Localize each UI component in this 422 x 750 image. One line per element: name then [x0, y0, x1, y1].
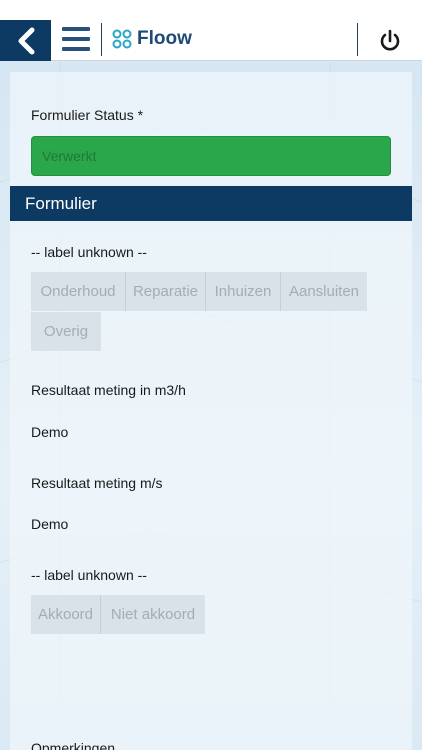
power-icon: [380, 29, 400, 51]
menu-button[interactable]: [62, 27, 90, 51]
option-inhuizen[interactable]: Inhuizen: [206, 272, 281, 311]
chevron-left-icon: [18, 27, 34, 54]
logo-text: Floow: [137, 28, 192, 49]
opmerkingen-label: Opmerkingen: [31, 740, 116, 750]
header-divider: [101, 23, 102, 56]
status-field[interactable]: Verwerkt: [31, 136, 391, 176]
back-button[interactable]: [0, 20, 51, 61]
option-niet-akkoord[interactable]: Niet akkoord: [101, 595, 205, 634]
option-onderhoud[interactable]: Onderhoud: [31, 272, 126, 311]
section-title-formulier: Formulier: [10, 186, 412, 221]
result-ms-label: Resultaat meting m/s: [31, 475, 163, 491]
option-aansluiten[interactable]: Aansluiten: [281, 272, 367, 311]
header-divider-right: [357, 23, 358, 56]
logout-button[interactable]: [376, 27, 404, 55]
label-unknown-1: -- label unknown --: [31, 244, 147, 260]
option-overig[interactable]: Overig: [31, 312, 101, 351]
floow-logo-icon: [112, 29, 132, 49]
result-ms-value: Demo: [31, 516, 69, 532]
result-m3h-value: Demo: [31, 424, 69, 440]
status-label: Formulier Status *: [31, 107, 144, 123]
option-reparatie[interactable]: Reparatie: [126, 272, 206, 311]
app-header: Floow: [0, 0, 422, 61]
option-akkoord[interactable]: Akkoord: [31, 595, 101, 634]
result-m3h-label: Resultaat meting in m3/h: [31, 382, 186, 398]
hamburger-icon: [62, 27, 90, 31]
label-unknown-2: -- label unknown --: [31, 567, 147, 583]
floow-logo: Floow: [112, 28, 192, 50]
